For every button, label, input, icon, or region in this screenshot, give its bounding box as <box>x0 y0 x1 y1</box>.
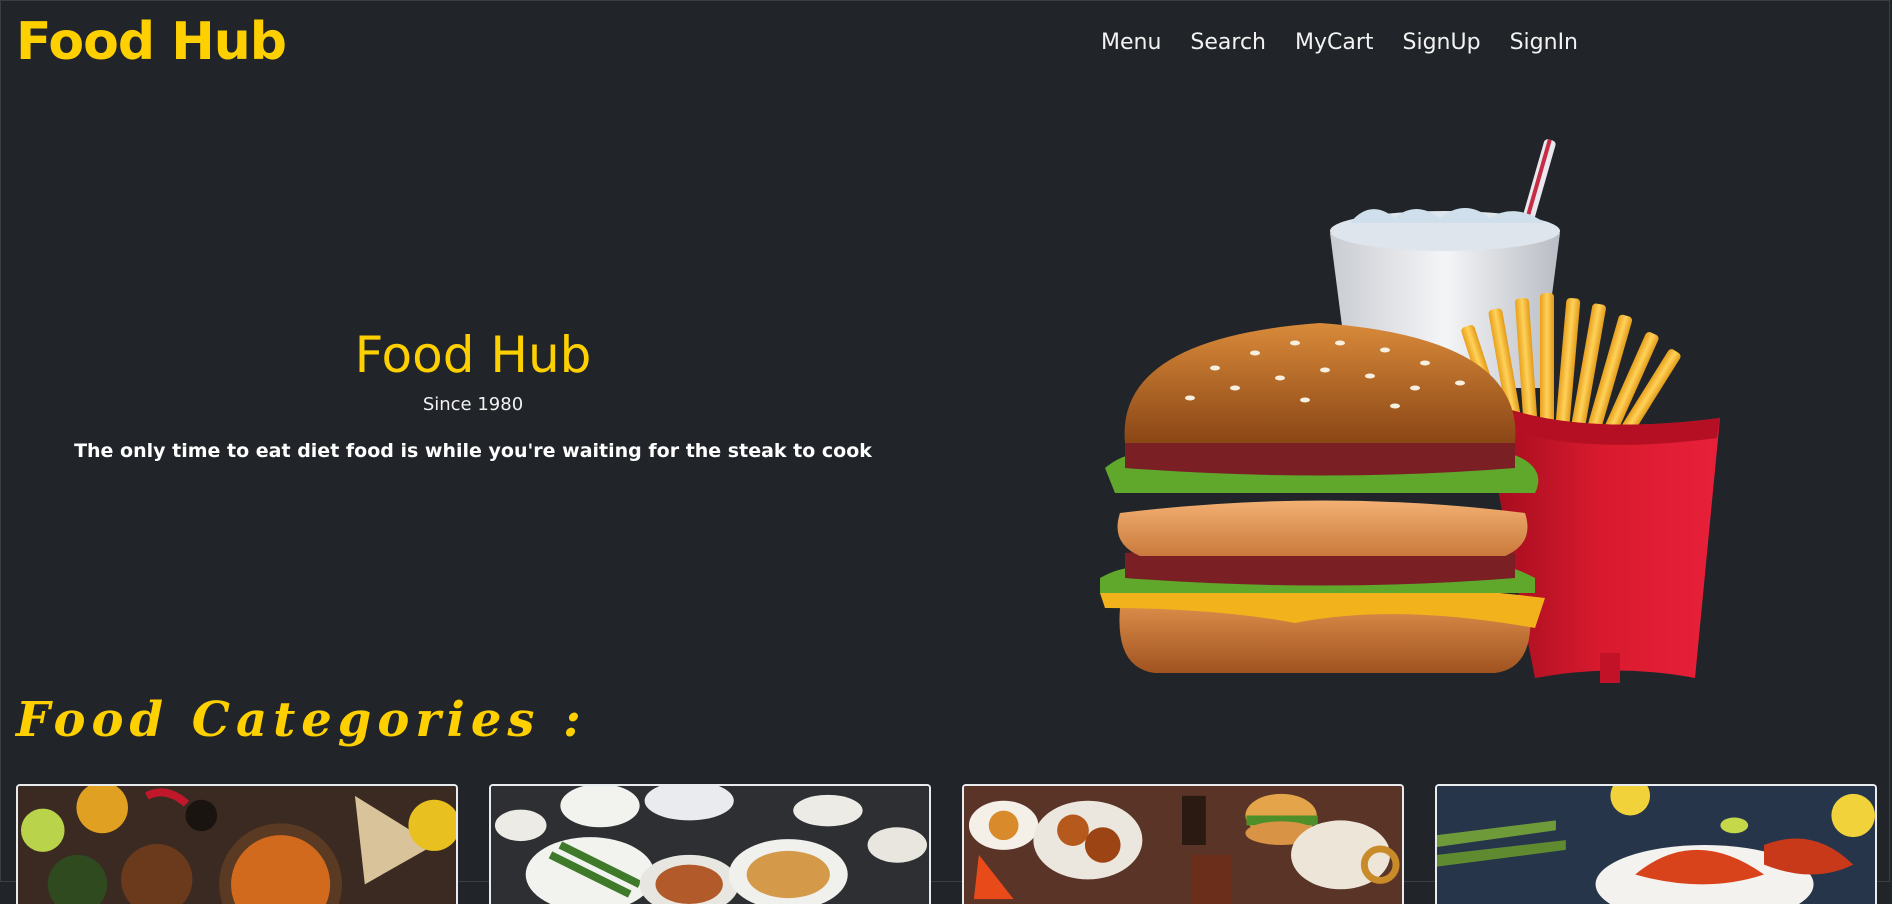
chinese-food-image <box>491 786 929 904</box>
hero-quote: The only time to eat diet food is while … <box>74 440 872 462</box>
category-card-chinese[interactable] <box>489 784 931 904</box>
nav-signup-link[interactable]: SignUp <box>1403 28 1496 58</box>
nav-signin-link[interactable]: SignIn <box>1510 28 1593 58</box>
nav-menu-link[interactable]: Menu <box>1101 28 1176 58</box>
nav-search-link[interactable]: Search <box>1190 28 1281 58</box>
hero-section: Food Hub Since 1980 The only time to eat… <box>0 322 946 464</box>
category-cards <box>16 784 1877 904</box>
brand-logo[interactable]: Food Hub <box>16 13 287 71</box>
burger-fries-drink-illustration <box>1095 138 1745 688</box>
category-card-fastfood[interactable] <box>962 784 1404 904</box>
indian-food-image <box>18 786 456 904</box>
seafood-image <box>1437 786 1875 904</box>
category-card-indian[interactable] <box>16 784 458 904</box>
fast-food-image <box>964 786 1402 904</box>
category-card-seafood[interactable] <box>1435 784 1877 904</box>
hero-since-text: Since 1980 <box>422 394 524 415</box>
hero-title: Food Hub <box>354 326 592 384</box>
food-categories-title: Food Categories : <box>16 692 587 748</box>
main-nav: Menu Search MyCart SignUp SignIn <box>1101 28 1607 58</box>
nav-mycart-link[interactable]: MyCart <box>1295 28 1389 58</box>
